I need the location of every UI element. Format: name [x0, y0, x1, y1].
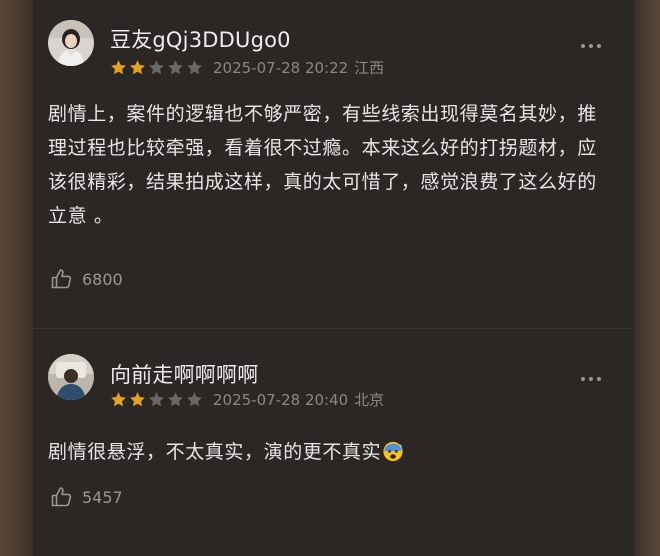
like-count: 5457 — [82, 487, 123, 507]
star-empty-icon — [187, 392, 202, 407]
comment-meta: 2025-07-28 20:22 江西 — [110, 57, 384, 78]
comment-text: 剧情上，案件的逻辑也不够严密，有些线索出现得莫名其妙，推理过程也比较牵强，看着很… — [48, 103, 597, 227]
like-button[interactable]: 6800 — [50, 267, 123, 291]
like-button[interactable]: 5457 — [50, 485, 123, 509]
comment-text-content: 剧情很悬浮，不太真实，演的更不真实 — [48, 441, 382, 463]
star-empty-icon — [149, 60, 164, 75]
user-avatar[interactable] — [48, 354, 94, 400]
comment-card: 豆友gQj3DDUgo0 2025-07-28 20:22 江西 剧情上，案件的… — [33, 0, 634, 328]
comment-location: 北京 — [354, 391, 385, 409]
comment-meta: 2025-07-28 20:40 北京 — [110, 389, 384, 410]
star-empty-icon — [168, 392, 183, 407]
like-count: 6800 — [82, 269, 123, 289]
more-dots-icon[interactable] — [581, 377, 601, 381]
comment-text: 剧情很悬浮，不太真实，演的更不真实 — [48, 435, 600, 469]
comment-date: 2025-07-28 20:22 — [213, 58, 349, 77]
username[interactable]: 向前走啊啊啊啊 — [110, 359, 258, 389]
comments-panel: 豆友gQj3DDUgo0 2025-07-28 20:22 江西 剧情上，案件的… — [33, 0, 634, 556]
user-avatar[interactable] — [48, 20, 94, 66]
star-filled-icon — [130, 60, 145, 75]
star-empty-icon — [187, 60, 202, 75]
thumbs-up-icon — [51, 487, 72, 507]
background-edge-right — [634, 0, 660, 556]
star-filled-icon — [111, 60, 126, 75]
avatar-photo-icon — [48, 354, 94, 400]
avatar-photo-icon — [48, 20, 94, 66]
rating-stars — [110, 391, 205, 408]
anxious-face-with-sweat-icon — [383, 441, 403, 462]
star-filled-icon — [111, 392, 126, 407]
star-empty-icon — [168, 60, 183, 75]
comment-date: 2025-07-28 20:40 — [213, 390, 349, 409]
thumbs-up-icon — [51, 269, 72, 289]
comment-card: 向前走啊啊啊啊 2025-07-28 20:40 北京 剧情很悬浮，不太真实，演… — [33, 329, 634, 556]
rating-stars — [110, 59, 205, 76]
background-edge-left — [0, 0, 33, 556]
star-filled-icon — [130, 392, 145, 407]
star-empty-icon — [149, 392, 164, 407]
comment-location: 江西 — [354, 59, 385, 77]
more-dots-icon[interactable] — [581, 44, 601, 48]
username[interactable]: 豆友gQj3DDUgo0 — [110, 24, 291, 54]
